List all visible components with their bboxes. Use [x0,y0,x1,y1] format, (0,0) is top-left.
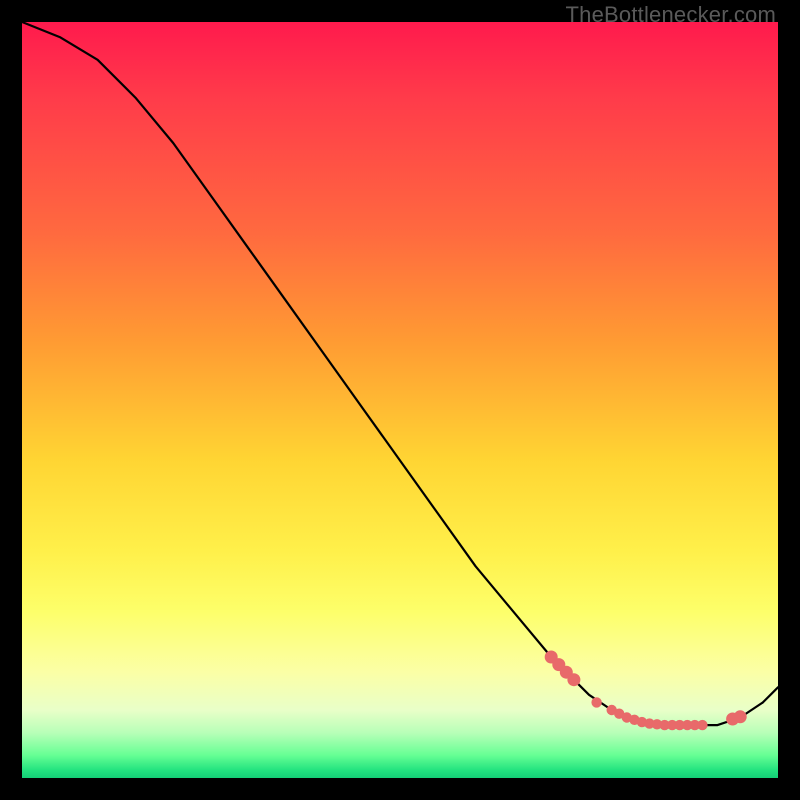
plot-area [22,22,778,778]
optimal-zone-dots [545,651,747,731]
highlight-dot [697,720,707,730]
chart-frame: TheBottlenecker.com [0,0,800,800]
highlight-dot [734,710,747,723]
bottleneck-curve [22,22,778,725]
highlight-dot [591,697,601,707]
highlight-dot [567,673,580,686]
curve-svg [22,22,778,778]
